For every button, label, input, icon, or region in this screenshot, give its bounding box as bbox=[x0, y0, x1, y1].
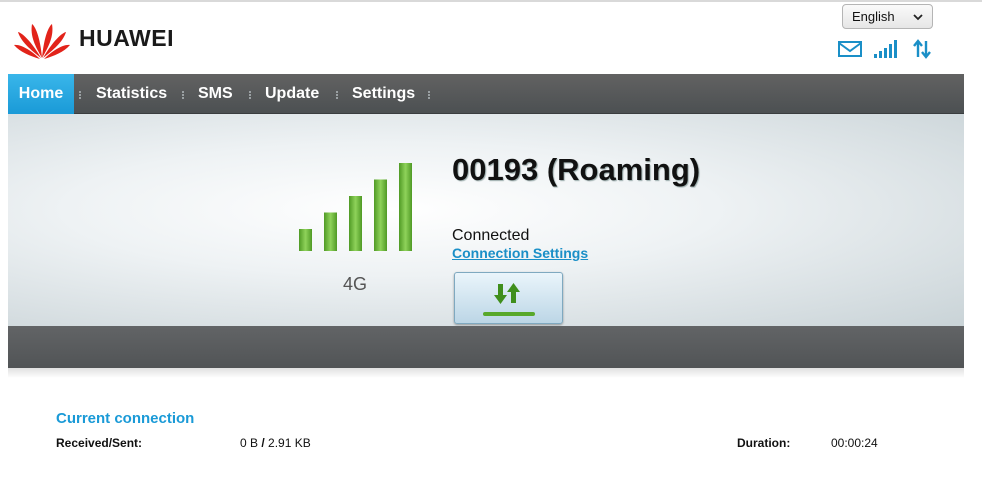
signal-strength-bars bbox=[299, 163, 412, 251]
huawei-petal-icon bbox=[14, 24, 70, 59]
nav-home[interactable]: Home bbox=[8, 74, 74, 114]
nav-separator bbox=[428, 91, 430, 99]
signal-bar bbox=[374, 179, 387, 251]
huawei-logo: HUAWEI bbox=[13, 16, 193, 60]
network-type: 4G bbox=[342, 274, 367, 294]
nav-separator bbox=[249, 91, 251, 99]
nav-separator bbox=[182, 91, 184, 99]
nav-separator bbox=[79, 91, 81, 99]
data-transfer-icon bbox=[913, 39, 931, 59]
received-value: 0 B bbox=[240, 436, 259, 450]
nav-update[interactable]: Update bbox=[265, 74, 319, 114]
duration-label-text: Duration: bbox=[737, 436, 791, 450]
received-sent-label: Received/Sent: bbox=[56, 436, 142, 450]
mail-icon[interactable] bbox=[838, 41, 862, 57]
main-nav: Home Statistics SMS Update Settings bbox=[8, 74, 964, 114]
received-sent-separator: / bbox=[261, 436, 265, 450]
chevron-down-icon bbox=[913, 14, 923, 21]
signal-strength-icon bbox=[874, 40, 897, 58]
duration-value: 00:00:24 bbox=[831, 436, 878, 450]
data-transfer-icon bbox=[483, 283, 535, 316]
panel-footer-bar bbox=[8, 326, 964, 368]
brand-name: HUAWEI bbox=[79, 24, 174, 51]
nav-separator bbox=[336, 91, 338, 99]
language-select-value: English bbox=[852, 9, 895, 24]
signal-bar bbox=[324, 212, 337, 251]
signal-bar bbox=[299, 229, 312, 251]
signal-bar bbox=[349, 196, 362, 251]
received-sent-label-text: Received/Sent: bbox=[56, 436, 143, 450]
connect-toggle-button[interactable] bbox=[454, 272, 563, 324]
nav-sms[interactable]: SMS bbox=[198, 74, 233, 114]
connection-settings-link[interactable]: Connection Settings bbox=[452, 245, 588, 261]
language-select[interactable]: English bbox=[842, 4, 933, 29]
connection-status: Connected bbox=[452, 227, 530, 244]
status-icons bbox=[838, 38, 944, 60]
current-connection-title: Current connection bbox=[56, 410, 195, 427]
sent-value: 2.91 KB bbox=[268, 436, 311, 450]
duration-label: Duration: bbox=[737, 436, 790, 450]
received-sent-value: 0 B / 2.91 KB bbox=[240, 436, 311, 450]
provider-name: 00193 (Roaming) bbox=[452, 152, 701, 187]
nav-settings[interactable]: Settings bbox=[352, 74, 415, 114]
signal-bar bbox=[399, 163, 412, 251]
top-border bbox=[0, 0, 982, 2]
nav-statistics[interactable]: Statistics bbox=[96, 74, 167, 114]
panel-shadow bbox=[8, 368, 964, 378]
